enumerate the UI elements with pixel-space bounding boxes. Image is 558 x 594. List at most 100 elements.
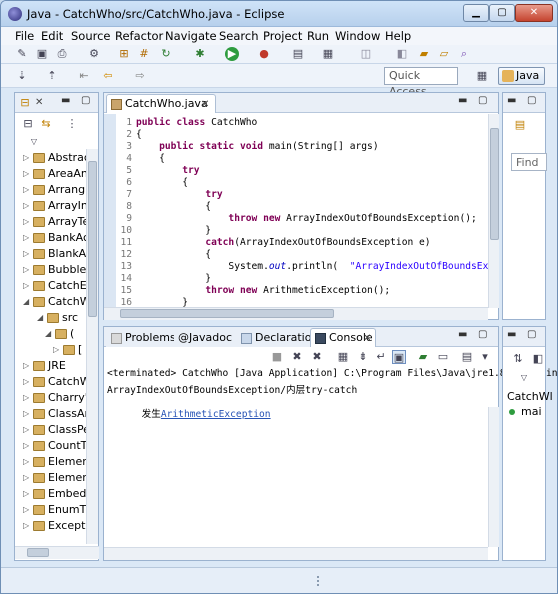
code-line[interactable]: 12 { xyxy=(116,249,486,261)
find-input[interactable]: Find xyxy=(511,153,547,171)
print-icon[interactable]: ⎙ xyxy=(55,47,69,61)
menu-search[interactable]: Search xyxy=(219,29,259,43)
menu-source[interactable]: Source xyxy=(71,29,111,43)
word-wrap-icon[interactable]: ↵ xyxy=(374,350,388,364)
close-console-tab-icon[interactable]: ✕ xyxy=(363,333,371,344)
outline-class[interactable]: CatchWl xyxy=(507,390,553,403)
collapsed-arrow-icon[interactable]: ▷ xyxy=(23,249,31,258)
code-line[interactable]: 13 System.out.println( "ArrayIndexOutOfB… xyxy=(116,261,488,273)
remove-launch-icon[interactable]: ✖ xyxy=(290,350,304,364)
show-console-icon[interactable]: ▣ xyxy=(392,350,406,364)
new-interface-icon[interactable]: ◧ xyxy=(395,47,409,61)
tab-declaration[interactable]: Declaration xyxy=(236,328,318,347)
external-tools-icon[interactable]: ● xyxy=(257,47,271,61)
menu-file[interactable]: File xyxy=(15,29,34,43)
console-exception-link[interactable]: ArithmeticException xyxy=(161,409,271,420)
editor-horizontal-scrollbar[interactable] xyxy=(104,307,488,320)
terminate-icon[interactable]: ■ xyxy=(270,350,284,364)
console-menu-icon[interactable]: ▾ xyxy=(478,350,492,364)
outline-menu-icon[interactable]: ▽ xyxy=(517,371,531,385)
expanded-arrow-icon[interactable]: ◢ xyxy=(37,313,45,322)
back-icon[interactable]: ⇦ xyxy=(101,69,115,83)
package-scroll-thumb[interactable] xyxy=(88,161,97,317)
new-package-icon[interactable]: ▦ xyxy=(321,47,335,61)
code-line[interactable]: 2{ xyxy=(116,129,486,141)
collapsed-arrow-icon[interactable]: ▷ xyxy=(23,185,31,194)
search-icon[interactable]: ⌕ xyxy=(457,47,471,61)
editor-scroll-thumb[interactable] xyxy=(490,128,499,240)
open-console-icon[interactable]: ▤ xyxy=(460,350,474,364)
refresh-icon[interactable]: ↻ xyxy=(159,47,173,61)
expanded-arrow-icon[interactable]: ◢ xyxy=(45,329,53,338)
menu-navigate[interactable]: Navigate xyxy=(165,29,217,43)
minimize-outline-icon[interactable]: ▬ xyxy=(507,329,516,340)
collapsed-arrow-icon[interactable]: ▷ xyxy=(23,457,31,466)
menu-help[interactable]: Help xyxy=(385,29,411,43)
minimize-button[interactable]: ▁ xyxy=(463,4,489,22)
tab-problems[interactable]: Problems xyxy=(106,328,176,347)
open-perspective-icon[interactable]: ▦ xyxy=(475,69,489,83)
collapsed-arrow-icon[interactable]: ▷ xyxy=(23,217,31,226)
editor-vertical-scrollbar[interactable] xyxy=(488,114,499,308)
minimize-console-icon[interactable]: ▬ xyxy=(458,329,467,340)
code-line[interactable]: 4 { xyxy=(116,153,486,165)
expanded-arrow-icon[interactable]: ◢ xyxy=(23,297,31,306)
open-type-icon[interactable]: ⊞ xyxy=(117,47,131,61)
scroll-lock-icon[interactable]: ⇟ xyxy=(356,350,370,364)
menu-window[interactable]: Window xyxy=(335,29,380,43)
collapsed-arrow-icon[interactable]: ▷ xyxy=(23,233,31,242)
tab-catchwho-java[interactable]: CatchWho.java ✕ xyxy=(106,94,216,113)
build-icon[interactable]: ⚙ xyxy=(87,47,101,61)
maximize-view-icon[interactable]: ▢ xyxy=(81,95,90,106)
maximize-editor-icon[interactable]: ▢ xyxy=(478,95,487,106)
tab-console[interactable]: Console ✕ xyxy=(310,328,376,347)
code-editor[interactable]: 1 public class CatchWho 2{3 public static … xyxy=(104,114,488,308)
package-vertical-scrollbar[interactable] xyxy=(86,149,98,544)
view-menu-chevron-icon[interactable]: ▽ xyxy=(27,135,41,149)
collapse-all-icon[interactable]: ⊟ xyxy=(21,117,35,131)
display-console-icon[interactable]: ▭ xyxy=(436,350,450,364)
java-perspective-button[interactable]: Java xyxy=(498,67,545,85)
code-line[interactable]: 10 } xyxy=(116,225,486,237)
hide-fields-icon[interactable]: ◧ xyxy=(531,352,545,366)
code-line[interactable]: 1 public class CatchWho xyxy=(116,117,486,129)
editor-hscroll-thumb[interactable] xyxy=(120,309,334,318)
collapsed-arrow-icon[interactable]: ▷ xyxy=(23,473,31,482)
code-line[interactable]: 6 { xyxy=(116,177,486,189)
collapsed-arrow-icon[interactable]: ▷ xyxy=(23,409,31,418)
collapsed-arrow-icon[interactable]: ▷ xyxy=(23,425,31,434)
debug-icon[interactable]: ✱ xyxy=(193,47,207,61)
code-line[interactable]: 11 catch(ArrayIndexOutOfBoundsException … xyxy=(116,237,486,249)
collapsed-arrow-icon[interactable]: ▷ xyxy=(23,505,31,514)
close-button[interactable]: ✕ xyxy=(515,4,553,22)
code-line[interactable]: 14 } xyxy=(116,273,486,285)
pin-console-icon[interactable]: ▰ xyxy=(416,350,430,364)
code-line[interactable]: 5 try xyxy=(116,165,486,177)
minimize-editor-icon[interactable]: ▬ xyxy=(458,95,467,106)
open-folder-icon[interactable]: ▰ xyxy=(417,47,431,61)
collapsed-arrow-icon[interactable]: ▷ xyxy=(23,201,31,210)
collapsed-arrow-icon[interactable]: ▷ xyxy=(23,281,31,290)
new-java-project-icon[interactable]: ▤ xyxy=(291,47,305,61)
collapsed-arrow-icon[interactable]: ▷ xyxy=(23,441,31,450)
collapsed-arrow-icon[interactable]: ▷ xyxy=(53,345,61,354)
collapsed-arrow-icon[interactable]: ▷ xyxy=(23,169,31,178)
clear-console-icon[interactable]: ▦ xyxy=(336,350,350,364)
maximize-button[interactable]: ▢ xyxy=(489,4,515,22)
code-line[interactable]: 9 throw new ArrayIndexOutOfBoundsExcepti… xyxy=(116,213,486,225)
collapsed-arrow-icon[interactable]: ▷ xyxy=(23,265,31,274)
menu-edit[interactable]: Edit xyxy=(41,29,63,43)
menu-refactor[interactable]: Refactor xyxy=(115,29,163,43)
forward-icon[interactable]: ⇨ xyxy=(133,69,147,83)
console-vertical-scrollbar[interactable] xyxy=(488,407,499,547)
last-edit-icon[interactable]: ⇤ xyxy=(77,69,91,83)
code-line[interactable]: 7 try xyxy=(116,189,486,201)
maximize-task-icon[interactable]: ▢ xyxy=(527,95,536,106)
code-line[interactable]: 8 { xyxy=(116,201,486,213)
close-tab-icon[interactable]: ✕ xyxy=(35,97,43,108)
collapsed-arrow-icon[interactable]: ▷ xyxy=(23,361,31,370)
new-task-icon[interactable]: ▤ xyxy=(513,118,527,132)
folder-icon[interactable]: ▱ xyxy=(437,47,451,61)
tab-javadoc[interactable]: @ Javadoc xyxy=(174,328,236,347)
maximize-outline-icon[interactable]: ▢ xyxy=(527,329,536,340)
